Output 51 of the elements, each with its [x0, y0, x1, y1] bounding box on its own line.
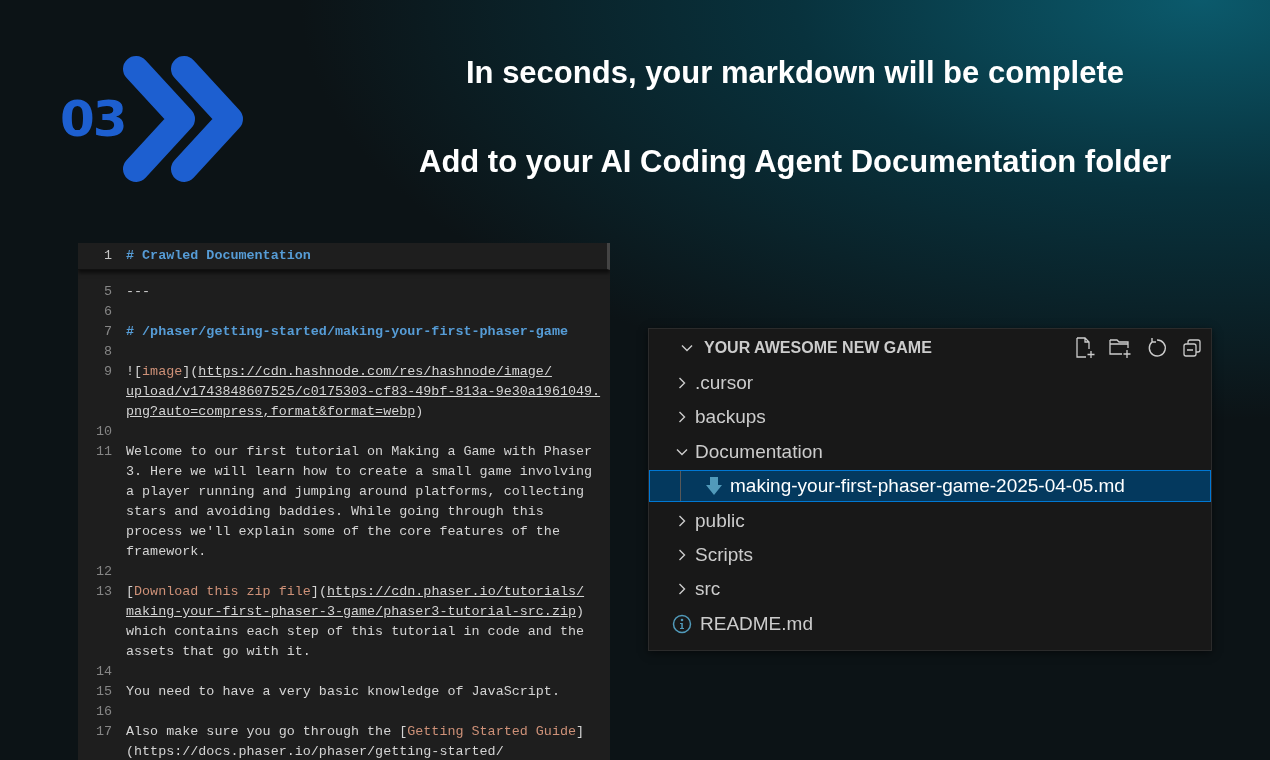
code-line: (https://docs.phaser.io/phaser/getting-started/ [126, 743, 505, 760]
line-number: 13 [94, 583, 113, 601]
folder-item[interactable]: Scripts [649, 538, 1211, 571]
folder-item[interactable]: .cursor [649, 367, 1211, 399]
project-title[interactable]: YOUR AWESOME NEW GAME [704, 339, 1074, 357]
folder-item[interactable]: public [649, 504, 1211, 537]
line-number: 9 [102, 363, 113, 381]
code-line: framework. [126, 543, 208, 561]
step-number: 03 [60, 90, 126, 148]
line-number: 10 [94, 423, 113, 441]
code-line: process we'll explain some of the core features of the [126, 523, 561, 541]
code-line: # /phaser/getting-started/making-your-first-phaser-game [126, 323, 568, 341]
code-line: upload/v1743848607525/c0175303-cf83-49bf-813a-9e30a1961049. [126, 383, 601, 401]
collapse-all-icon[interactable] [1181, 337, 1203, 359]
line-number: 17 [94, 723, 113, 741]
code-line: Welcome to our first tutorial on Making a Game with Phaser [126, 443, 593, 461]
refresh-icon[interactable] [1146, 337, 1168, 359]
code-line: --- [126, 283, 151, 301]
code-line: 3. Here we will learn how to create a small game involving [126, 463, 593, 481]
code-line: which contains each step of this tutorial in code and the [126, 623, 585, 641]
code-line: a player running and jumping around platforms, collecting [126, 483, 586, 501]
line-number: 5 [102, 283, 113, 301]
code-line: stars and avoiding baddies. While going through this [126, 503, 545, 521]
code-line: # Crawled Documentation [126, 247, 311, 265]
code-line: Also make sure you go through the [Getting Started Guide] [126, 723, 585, 741]
line-number: 15 [94, 683, 113, 701]
code-line: You need to have a very basic knowledge of JavaScript. [126, 683, 560, 701]
code-line: ![image](https://cdn.hashnode.com/res/hashnode/image/ [126, 363, 553, 381]
folder-item[interactable]: src [649, 573, 1211, 606]
line-number: 1 [102, 247, 113, 265]
down-arrow-icon [706, 477, 722, 496]
line-number: 12 [94, 563, 113, 581]
code-line: [Download this zip file](https://cdn.phaser.io/tutorials/ [126, 583, 585, 601]
code-line: assets that go with it. [126, 643, 312, 661]
line-number: 11 [94, 443, 113, 461]
code-line: making-your-first-phaser-3-game/phaser3-tutorial-src.zip) [126, 603, 585, 621]
file-item[interactable]: making-your-first-phaser-game-2025-04-05.md [649, 470, 1211, 503]
line-number: 16 [94, 703, 113, 721]
file-item[interactable]: README.md [649, 607, 1211, 640]
folder-item[interactable]: backups [649, 401, 1211, 434]
headline: In seconds, your markdown will be complete [465, 55, 1124, 91]
line-number: 7 [102, 323, 113, 341]
new-file-icon[interactable] [1074, 337, 1096, 359]
info-icon [672, 613, 692, 634]
line-number: 6 [102, 303, 113, 321]
new-folder-icon[interactable] [1109, 337, 1133, 359]
line-number: 14 [94, 663, 113, 681]
folder-item[interactable]: Documentation [649, 435, 1211, 468]
line-number: 8 [102, 343, 113, 361]
headline: Add to your AI Coding Agent Documentation folder [419, 144, 1171, 180]
code-line: png?auto=compress,format&format=webp) [126, 403, 425, 421]
